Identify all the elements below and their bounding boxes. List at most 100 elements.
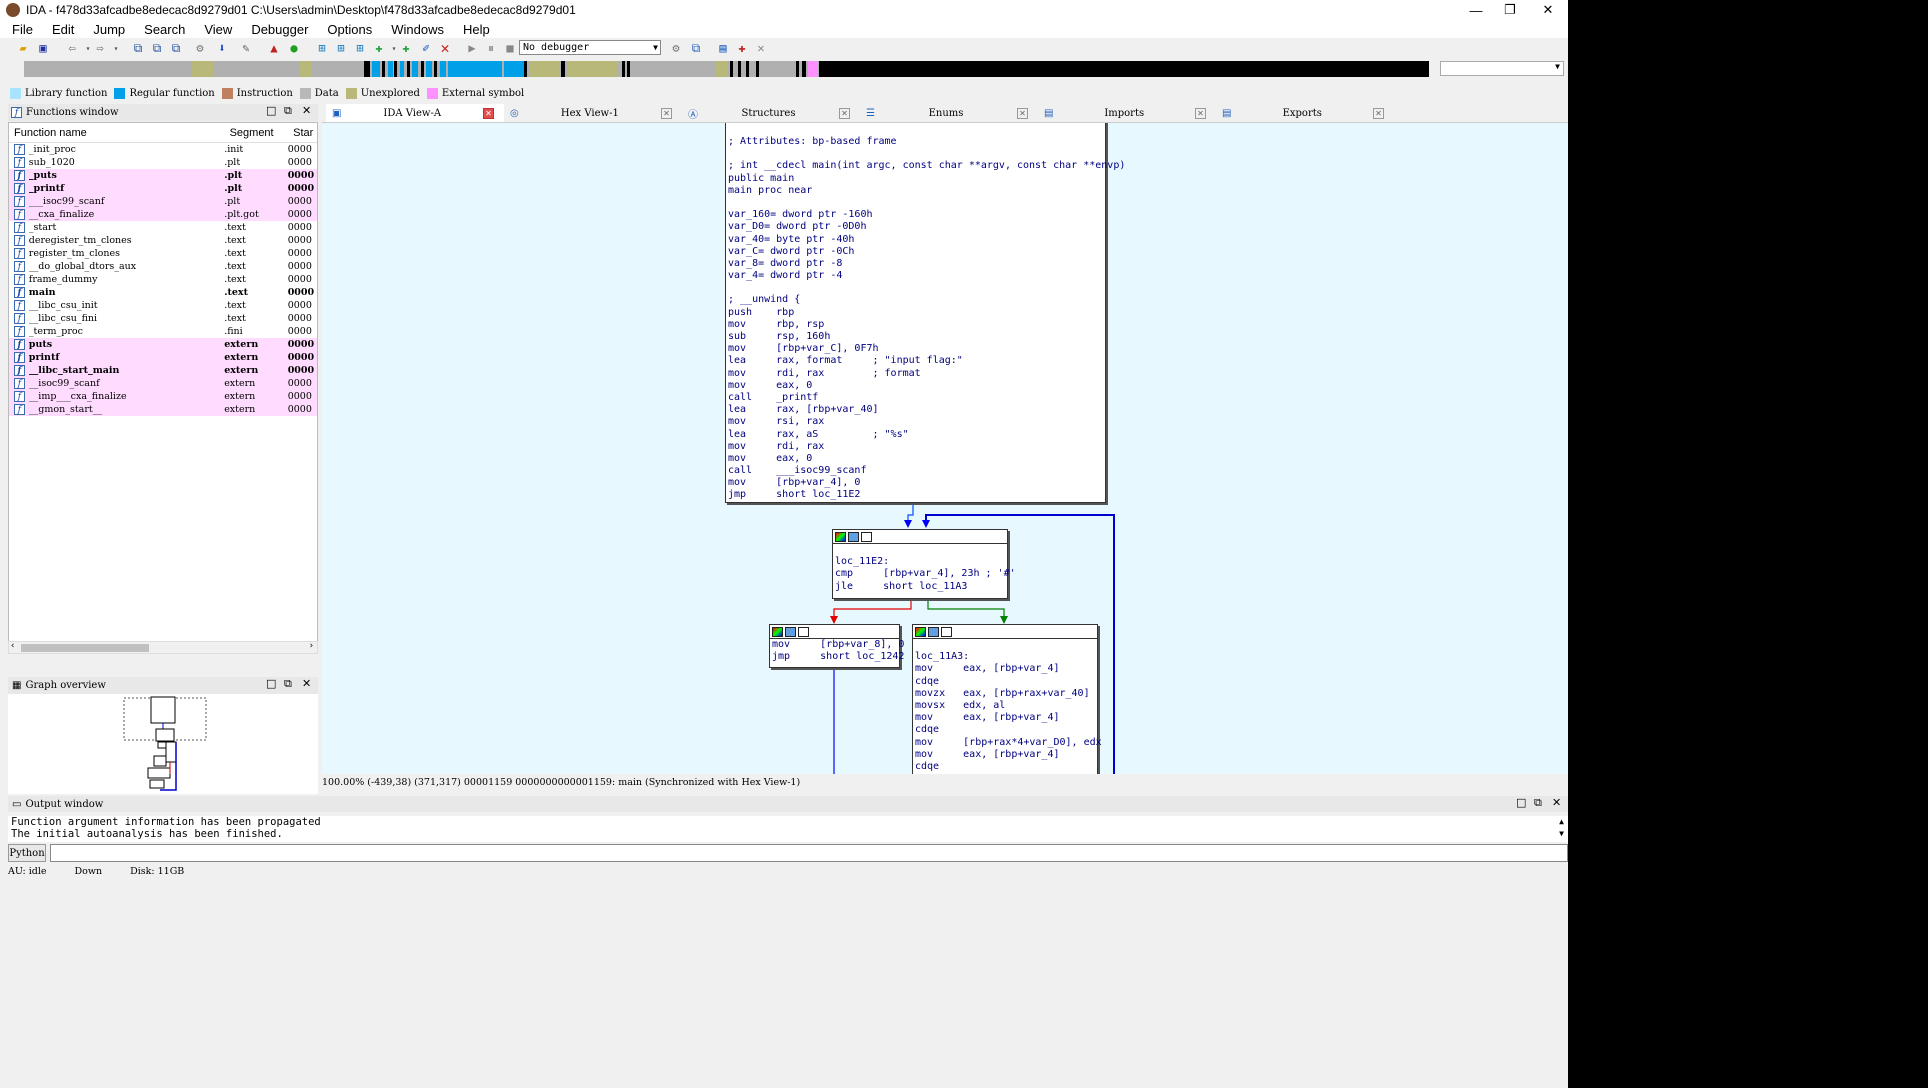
panel-close-icon[interactable]: ✕	[302, 677, 311, 690]
restore-button[interactable]: ❐	[1492, 0, 1528, 20]
function-row[interactable]: f _init_proc .init 0000	[9, 143, 317, 156]
menu-jump[interactable]: Jump	[81, 22, 132, 37]
code-line[interactable]: jmp short loc_1242	[772, 651, 904, 663]
tracing-icon[interactable]: ▤	[715, 40, 731, 56]
column-function-name[interactable]: Function name	[9, 127, 230, 139]
python-input[interactable]	[50, 844, 1568, 862]
column-start[interactable]: Star	[293, 127, 317, 139]
open-icon[interactable]: ▰	[15, 40, 31, 56]
basic-block-loc-11a3[interactable]: loc_11A3: mov eax, [rbp+var_4] cdqe movzx e…	[912, 624, 1102, 774]
function-row[interactable]: f frame_dummy .text 0000	[9, 273, 317, 286]
function-row[interactable]: f __do_global_dtors_aux .text 0000	[9, 260, 317, 273]
code-line[interactable]: loc_11E2:	[835, 556, 1007, 568]
function-row[interactable]: f __cxa_finalize .plt.got 0000	[9, 208, 317, 221]
xref-icon[interactable]: ✎	[238, 40, 254, 56]
code-line[interactable]	[835, 544, 1007, 556]
code-line[interactable]	[728, 197, 1105, 209]
download-icon[interactable]: ⬇	[214, 40, 230, 56]
functions-hscroll[interactable]: ‹ ›	[8, 641, 318, 654]
tab-enums[interactable]: ☰ Enums ✕	[860, 104, 1038, 122]
close-icon[interactable]: ✕	[1195, 107, 1206, 119]
menu-options[interactable]: Options	[315, 22, 379, 37]
search-binary-icon[interactable]: ⧉	[130, 40, 146, 56]
code-line[interactable]: mov [rbp+var_8], 0	[772, 639, 904, 651]
play-icon[interactable]: ▶	[464, 40, 480, 56]
panel-close-icon[interactable]: ✕	[302, 104, 311, 117]
code-line[interactable]: mov eax, [rbp+var_4]	[915, 749, 1097, 761]
edit-icon[interactable]: ✐	[418, 40, 434, 56]
function-row[interactable]: f __libc_start_main extern 0000	[9, 364, 317, 377]
tab-hex-view-1[interactable]: ◎ Hex View-1 ✕	[504, 104, 682, 122]
minimize-button[interactable]: —	[1458, 0, 1494, 20]
code-line[interactable]	[728, 282, 1105, 294]
basic-block-exit[interactable]: mov [rbp+var_8], 0 jmp short loc_1242	[769, 624, 904, 668]
function-row[interactable]: f __imp___cxa_finalize extern 0000	[9, 390, 317, 403]
code-line[interactable]: var_40= byte ptr -40h	[728, 234, 1105, 246]
code-line[interactable]	[915, 639, 1097, 651]
code-line[interactable]: mov rdi, rax	[728, 441, 1105, 453]
code-line[interactable]: mov [rbp+var_4], 0	[728, 477, 1105, 489]
close-icon[interactable]: ✕	[1017, 107, 1028, 119]
graph-overview-canvas[interactable]	[8, 694, 318, 794]
search-text-icon[interactable]: ⧉	[149, 40, 165, 56]
code-line[interactable]: call ___isoc99_scanf	[728, 465, 1105, 477]
detach-icon[interactable]: ✕	[753, 40, 769, 56]
basic-block-loc-11e2[interactable]: loc_11E2: cmp [rbp+var_4], 23h ; '#' jle s…	[832, 529, 1016, 599]
code-line[interactable]: cdqe	[915, 724, 1097, 736]
close-icon[interactable]: ✕	[839, 107, 850, 119]
back-icon[interactable]: ⇦	[64, 40, 80, 56]
stop-icon[interactable]: ■	[502, 40, 518, 56]
code-line[interactable]: movzx eax, [rbp+rax+var_40]	[915, 688, 1097, 700]
code-line[interactable]: main proc near	[728, 185, 1105, 197]
function-row[interactable]: f __gmon_start__ extern 0000	[9, 403, 317, 416]
code-line[interactable]: ; int __cdecl main(int argc, const char …	[728, 160, 1125, 172]
code-line[interactable]: loc_11A3:	[915, 651, 1097, 663]
scroll-thumb[interactable]	[21, 644, 149, 652]
code-line[interactable]: public main	[728, 173, 1105, 185]
menu-view[interactable]: View	[192, 22, 239, 37]
plugin2-icon[interactable]: ✚	[398, 40, 414, 56]
code-line[interactable]: call _printf	[728, 392, 1105, 404]
breakpoint-icon[interactable]: ✚	[734, 40, 750, 56]
code-line[interactable]: var_160= dword ptr -160h	[728, 209, 1105, 221]
delete-icon[interactable]: ✕	[437, 39, 453, 57]
function-row[interactable]: f _start .text 0000	[9, 221, 317, 234]
debug-options-icon[interactable]: ⚙	[668, 40, 684, 56]
python-button[interactable]: Python	[8, 844, 46, 862]
function-row[interactable]: f main .text 0000	[9, 286, 317, 299]
panel-float-icon[interactable]: ⧉	[284, 104, 292, 118]
add3-icon[interactable]: ⊞	[352, 40, 368, 56]
menu-search[interactable]: Search	[132, 22, 192, 37]
code-line[interactable]: mov eax, [rbp+var_4]	[915, 663, 1097, 675]
green-circle-icon[interactable]: ●	[286, 40, 302, 56]
panel-close-icon[interactable]: ✕	[1552, 796, 1561, 809]
tab-ida-view-a[interactable]: ▣ IDA View-A ✕	[326, 104, 504, 122]
function-row[interactable]: f printf extern 0000	[9, 351, 317, 364]
function-row[interactable]: f register_tm_clones .text 0000	[9, 247, 317, 260]
attach-icon[interactable]: ⧉	[688, 40, 704, 56]
scroll-down-icon[interactable]: ▼	[1559, 828, 1564, 840]
code-line[interactable]: var_4= dword ptr -4	[728, 270, 1105, 282]
code-line[interactable]: mov rsi, rax	[728, 416, 1105, 428]
code-line[interactable]: cdqe	[915, 761, 1097, 773]
function-row[interactable]: f deregister_tm_clones .text 0000	[9, 234, 317, 247]
code-line[interactable]: push rbp	[728, 307, 1105, 319]
forward-dropdown-icon[interactable]: ▾	[108, 40, 124, 56]
code-line[interactable]: var_C= dword ptr -0Ch	[728, 246, 1105, 258]
scroll-up-icon[interactable]: ▲	[1559, 816, 1564, 828]
navigation-band[interactable]	[24, 61, 1429, 77]
panel-minimize-icon[interactable]: □	[266, 677, 276, 690]
forward-icon[interactable]: ⇨	[92, 40, 108, 56]
function-row[interactable]: f __isoc99_scanf extern 0000	[9, 377, 317, 390]
code-line[interactable]: cmp [rbp+var_4], 23h ; '#'	[835, 568, 1016, 580]
panel-float-icon[interactable]: ⧉	[1534, 796, 1542, 810]
code-line[interactable]	[728, 148, 1105, 160]
function-row[interactable]: f sub_1020 .plt 0000	[9, 156, 317, 169]
code-line[interactable]: ; Attributes: bp-based frame	[728, 136, 1105, 148]
panel-minimize-icon[interactable]: □	[1516, 796, 1526, 809]
pause-icon[interactable]: ⏸	[483, 40, 499, 56]
panel-minimize-icon[interactable]: □	[266, 104, 276, 117]
menu-edit[interactable]: Edit	[40, 22, 81, 37]
debugger-select[interactable]: No debugger ▼	[519, 40, 661, 55]
code-line[interactable]: jle short loc_11A3	[835, 581, 1007, 593]
